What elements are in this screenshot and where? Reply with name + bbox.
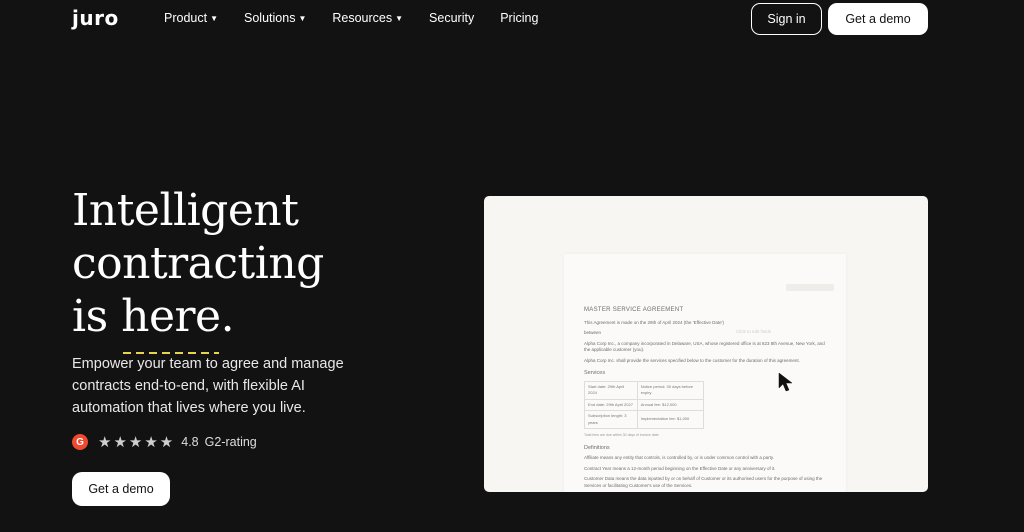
menu-item-pricing[interactable]: Pricing [500, 11, 538, 25]
hero-title-line-2: contracting [72, 238, 324, 289]
doc-title: MASTER SERVICE AGREEMENT [584, 307, 684, 313]
menu-item-solutions[interactable]: Solutions ▼ [244, 11, 306, 25]
hero-title-is: is [72, 291, 122, 342]
table-cell: Subscription length: 3 years [584, 410, 638, 429]
g2-logo-icon: G [72, 434, 88, 450]
hero-title-highlight: here [121, 291, 221, 354]
table-cell: Notice period: 30 days before expiry [636, 380, 705, 400]
table-row: Start date: 29th April 2024 Notice perio… [584, 380, 705, 400]
table-cell: Implementation fee: $1,000 [636, 410, 705, 429]
g2-rating: G ★★★★★ 4.8 G2-rating [72, 433, 257, 451]
caret-down-icon: ▼ [210, 13, 219, 23]
services-table: Start date: 29th April 2024 Notice perio… [584, 380, 705, 429]
menu-item-label: Product [164, 11, 208, 25]
hero-title-line-3: is here. [72, 290, 324, 354]
menu-item-label: Resources [332, 11, 393, 25]
menu-item-label: Security [429, 11, 475, 25]
menu-item-product[interactable]: Product ▼ [164, 11, 218, 25]
doc-party-2: Alpha Corp Inc. shall provide the servic… [584, 357, 800, 363]
ghost-hint-text: Click to edit fields [736, 329, 772, 334]
table-cell: Start date: 29th April 2024 [584, 380, 638, 400]
sign-in-button[interactable]: Sign in [751, 3, 822, 35]
hero-title-line-1: Intelligent [72, 185, 299, 236]
menu-item-resources[interactable]: Resources ▼ [332, 11, 403, 25]
doc-definition: Contract Year means a 12-month period be… [584, 465, 776, 471]
menu-item-security[interactable]: Security [429, 11, 474, 25]
doc-intro: This Agreement is made on the 29th of Ap… [584, 319, 724, 325]
main-menu: Product ▼ Solutions ▼ Resources ▼ Securi… [164, 11, 538, 25]
field-placeholder-bar [786, 284, 834, 291]
menu-item-label: Pricing [500, 11, 539, 25]
table-row: End date: 29th April 2027 Annual fee: $1… [584, 398, 705, 411]
menu-item-label: Solutions [244, 11, 296, 25]
rating-stars-icon: ★★★★★ [98, 434, 176, 451]
product-preview: MASTER SERVICE AGREEMENT This Agreement … [484, 196, 928, 492]
doc-definitions-heading: Definitions [584, 444, 610, 451]
doc-definition: Customer Data means the data inputted by… [584, 476, 823, 488]
doc-between: between [584, 330, 602, 335]
top-navigation: juro Product ▼ Solutions ▼ Resources ▼ S… [0, 0, 1024, 38]
doc-party-1: Alpha Corp Inc., a company incorporated … [584, 340, 825, 353]
rating-value: 4.8 [181, 435, 199, 449]
doc-table-note: Total fees are due within 30 days of inv… [584, 433, 660, 437]
doc-definition: Affiliate means any entity that controls… [584, 455, 775, 460]
table-cell: Annual fee: $12,000 [636, 398, 705, 411]
get-demo-hero-button[interactable]: Get a demo [72, 472, 170, 506]
caret-down-icon: ▼ [298, 13, 307, 23]
hero-title-period: . [220, 291, 235, 342]
table-cell: End date: 29th April 2027 [584, 398, 638, 411]
hero-title-here: here [121, 291, 221, 342]
juro-logo[interactable]: juro [72, 6, 119, 30]
caret-down-icon: ▼ [395, 13, 404, 23]
table-row: Subscription length: 3 years Implementat… [584, 410, 705, 429]
hero-subtitle: Empower your team to agree and manage co… [72, 356, 344, 416]
mouse-pointer-icon [778, 372, 793, 392]
get-demo-nav-button[interactable]: Get a demo [828, 3, 928, 35]
rating-label: G2-rating [204, 435, 257, 449]
hero-title: Intelligent contracting is here. [72, 184, 324, 354]
